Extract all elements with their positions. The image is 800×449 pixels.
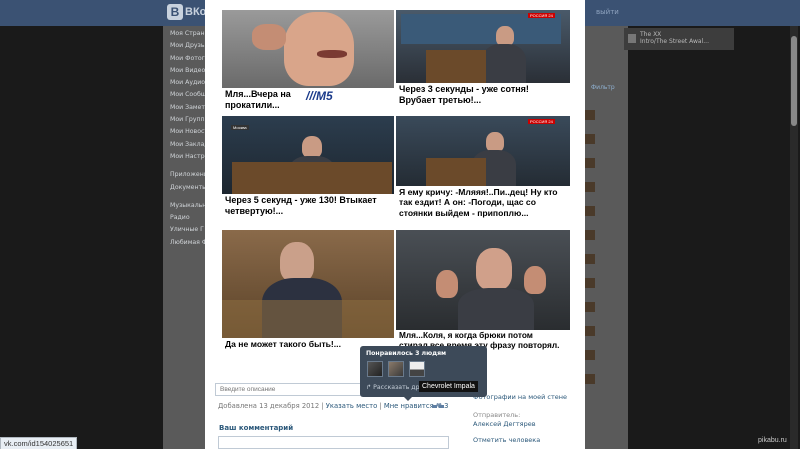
status-bar-url: vk.com/id154025651 xyxy=(0,437,78,449)
like-count[interactable]: 3 xyxy=(444,402,448,410)
meme-caption-4: Я ему кричу: -Мляяя!..Пи..дец! Ну кто та… xyxy=(396,186,570,230)
sender-label: Отправитель: xyxy=(473,411,521,419)
comment-input[interactable] xyxy=(218,436,449,449)
tag-person-link[interactable]: Отметить человека xyxy=(473,436,540,444)
background-thumbnails xyxy=(585,110,597,398)
play-icon[interactable] xyxy=(628,34,636,43)
m5-logo: ///M5 xyxy=(306,89,333,103)
upload-date: Добавлена 13 декабря 2012 xyxy=(218,402,320,410)
meme-caption-2: Через 3 секунды - уже сотня! Врубает тре… xyxy=(396,83,570,116)
meme-panel-6: Мля...Коля, я когда брюки потом стирал в… xyxy=(396,230,570,355)
wall-photos-link[interactable]: Фотографии на моей стене xyxy=(473,393,567,401)
popup-arrow xyxy=(404,397,412,401)
meme-panel-1: Мля...Вчера на прокатили... ///M5 xyxy=(222,10,394,116)
scrollbar-thumb[interactable] xyxy=(791,36,797,126)
likes-title: Понравилось 3 людям xyxy=(366,350,447,357)
watermark: pikabu.ru xyxy=(758,437,787,444)
meme-panel-2: РОССИЯ 24 Через 3 секунды - уже сотня! В… xyxy=(396,10,570,116)
liker-avatar[interactable] xyxy=(388,361,404,377)
avatar-tooltip: Chevrolet Impala xyxy=(419,381,478,392)
meme-panel-5: Да не может такого быть!... xyxy=(222,230,394,355)
liker-avatar[interactable] xyxy=(367,361,383,377)
meme-caption-3: Через 5 секунд - уже 130! Втыкает четвер… xyxy=(222,194,394,226)
liker-avatar[interactable] xyxy=(409,361,425,377)
vk-logo: В ВКо xyxy=(167,3,206,21)
like-link[interactable]: Мне нравится xyxy=(384,402,434,410)
sender-name-link[interactable]: Алексей Дегтярев xyxy=(473,420,536,428)
scrollbar[interactable] xyxy=(790,26,798,449)
meme-caption-1: Мля...Вчера на прокатили... ///M5 xyxy=(222,88,394,116)
exit-link[interactable]: выйти xyxy=(596,8,619,16)
music-player[interactable]: The XX Intro/The Street Awal... xyxy=(624,28,734,50)
set-location-link[interactable]: Указать место xyxy=(326,402,377,410)
meme-panel-4: РОССИЯ 24 Я ему кричу: -Мляяя!..Пи..дец!… xyxy=(396,116,570,230)
photo-meta: Добавлена 13 декабря 2012 | Указать мест… xyxy=(218,402,449,410)
meme-panel-3: Москва Через 5 секунд - уже 130! Втыкает… xyxy=(222,116,394,226)
more-options-icon[interactable] xyxy=(432,405,444,408)
meme-image[interactable]: Мля...Вчера на прокатили... ///M5 РОССИЯ… xyxy=(220,10,570,355)
comment-label: Ваш комментарий xyxy=(219,424,294,432)
filter-link[interactable]: Фильтр xyxy=(591,84,615,91)
